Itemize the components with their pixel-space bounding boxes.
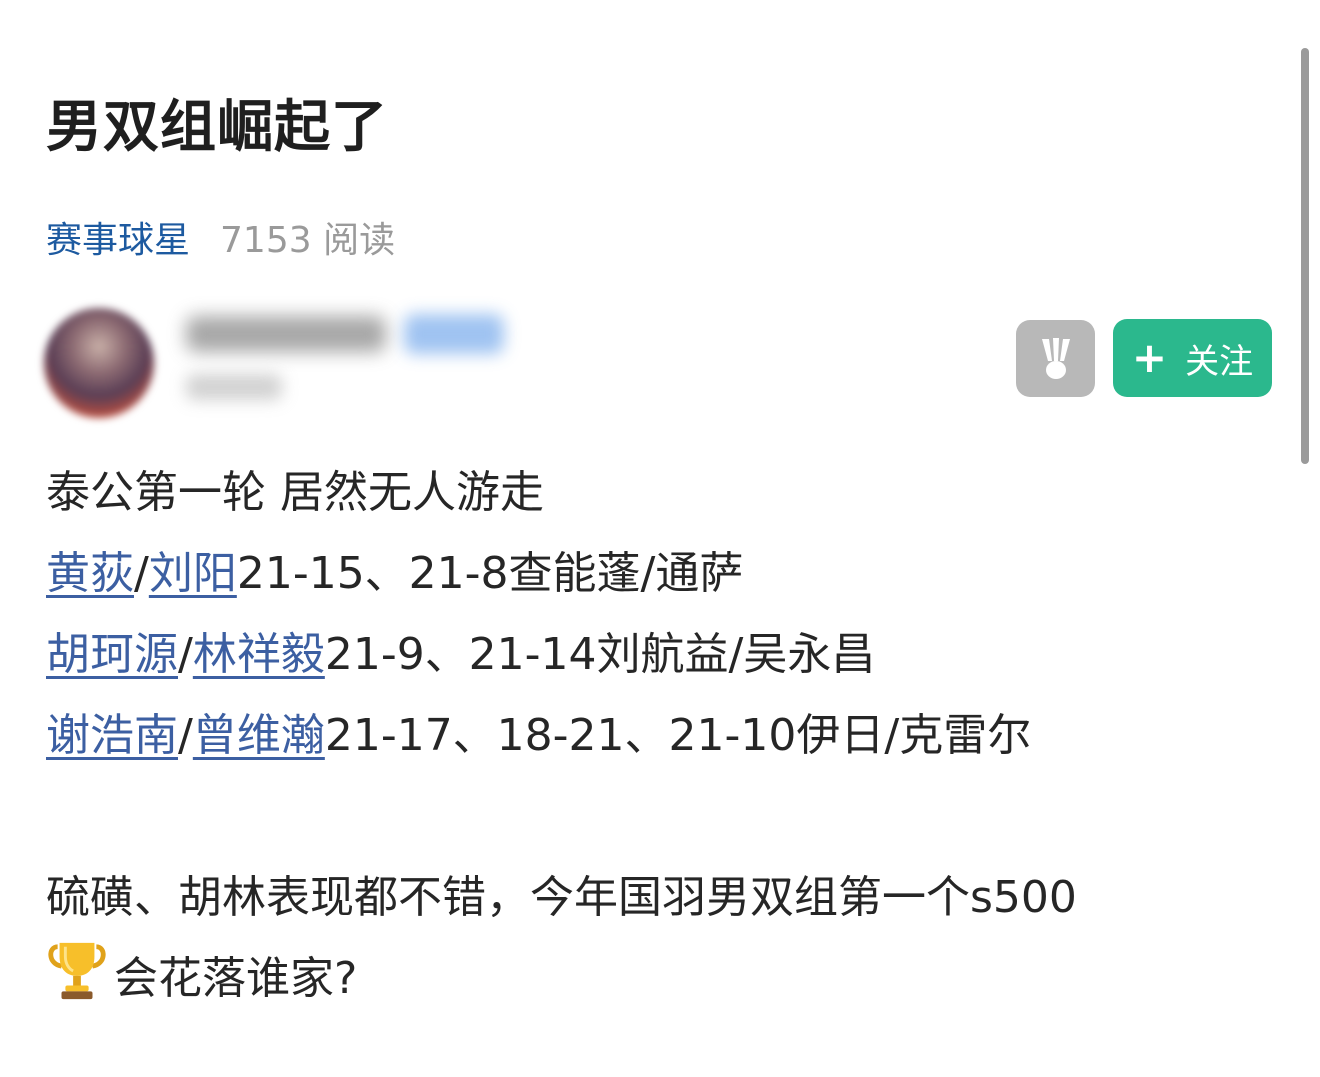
result-line: 谢浩南/曾维瀚21-17、18-21、21-10伊日/克雷尔 <box>46 695 1286 776</box>
author-name-blurred[interactable] <box>186 316 386 352</box>
result-text: 21-15、21-8查能蓬/通萨 <box>236 548 744 599</box>
trophy-icon <box>48 942 106 1000</box>
post-content: 泰公第一轮 居然无人游走 黄荻/刘阳21-15、21-8查能蓬/通萨 胡珂源/林… <box>46 452 1286 1019</box>
content-line: 会花落谁家? <box>46 938 1286 1019</box>
separator: / <box>178 710 193 761</box>
separator: / <box>134 548 149 599</box>
result-line: 黄荻/刘阳21-15、21-8查能蓬/通萨 <box>46 533 1286 614</box>
post-date-blurred <box>186 374 282 400</box>
player-link[interactable]: 谢浩南 <box>46 710 178 761</box>
shuttlecock-button[interactable] <box>1016 320 1095 397</box>
result-text: 21-9、21-14刘航益/吴永昌 <box>324 629 876 680</box>
result-text: 21-17、18-21、21-10伊日/克雷尔 <box>324 710 1032 761</box>
scrollbar-thumb[interactable] <box>1301 48 1309 464</box>
post-title: 男双组崛起了 <box>46 95 388 160</box>
author-avatar[interactable] <box>44 308 154 418</box>
follow-button[interactable]: + 关注 <box>1113 319 1272 397</box>
author-badge-blurred <box>404 314 504 354</box>
post-meta: 赛事球星 7153 阅读 <box>46 212 395 262</box>
read-count: 7153 阅读 <box>220 220 396 261</box>
category-link[interactable]: 赛事球星 <box>46 211 190 263</box>
player-link[interactable]: 曾维瀚 <box>193 710 325 761</box>
player-link[interactable]: 黄荻 <box>46 548 134 599</box>
content-line: 硫磺、胡林表现都不错，今年国羽男双组第一个s500 <box>46 872 1077 923</box>
player-link[interactable]: 林祥毅 <box>193 629 325 680</box>
plus-icon: + <box>1131 333 1168 382</box>
result-line: 胡珂源/林祥毅21-9、21-14刘航益/吴永昌 <box>46 614 1286 695</box>
follow-label: 关注 <box>1185 341 1254 382</box>
shuttlecock-icon <box>1041 337 1070 379</box>
content-line: 泰公第一轮 居然无人游走 <box>46 467 544 518</box>
separator: / <box>178 629 193 680</box>
player-link[interactable]: 胡珂源 <box>46 629 178 680</box>
content-text: 会花落谁家? <box>114 953 358 1004</box>
player-link[interactable]: 刘阳 <box>149 548 237 599</box>
